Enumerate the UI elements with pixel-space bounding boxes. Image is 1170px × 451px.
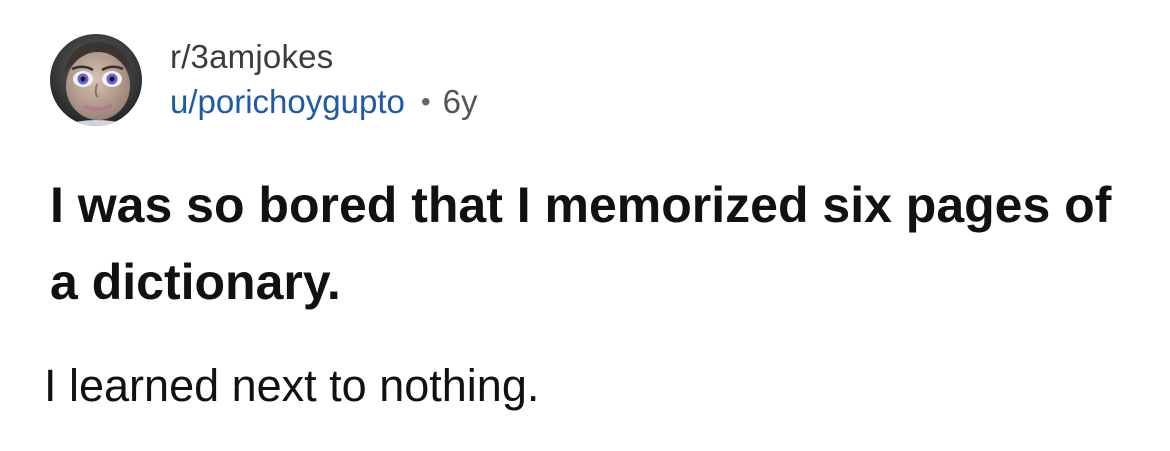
- post-title: I was so bored that I memorized six page…: [50, 177, 1112, 310]
- subreddit-link[interactable]: r/3amjokes: [170, 37, 478, 77]
- post-age: 6y: [442, 83, 478, 120]
- post-header: r/3amjokes u/porichoygupto • 6y: [50, 30, 478, 130]
- username-link[interactable]: u/porichoygupto: [170, 81, 405, 123]
- avatar[interactable]: [50, 34, 142, 126]
- post-meta: r/3amjokes u/porichoygupto • 6y: [170, 37, 478, 123]
- cartoon-face-avatar-icon: [50, 34, 142, 126]
- reddit-post-card: r/3amjokes u/porichoygupto • 6y I was so…: [0, 0, 1170, 451]
- author-row: u/porichoygupto • 6y: [170, 81, 478, 123]
- post-body: I learned next to nothing.: [44, 360, 540, 411]
- separator-dot: •: [420, 86, 431, 117]
